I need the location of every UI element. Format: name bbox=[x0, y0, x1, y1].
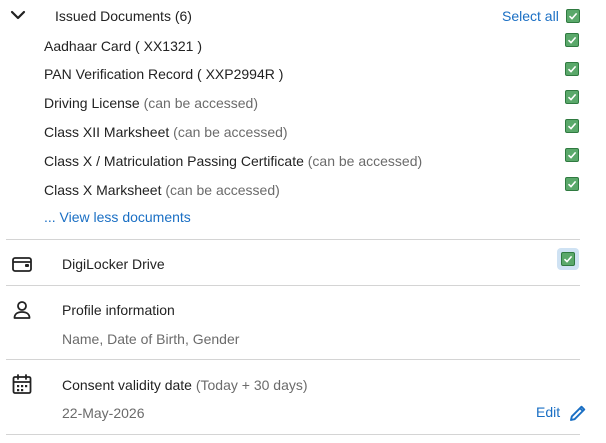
document-item: Class X Marksheet (can be accessed) bbox=[44, 182, 280, 198]
document-checkbox[interactable] bbox=[565, 33, 579, 47]
divider bbox=[6, 359, 580, 360]
consent-validity-title: Consent validity date (Today + 30 days) bbox=[62, 377, 308, 393]
select-all-link[interactable]: Select all bbox=[502, 8, 559, 24]
document-item: Aadhaar Card ( XX1321 ) bbox=[44, 38, 202, 54]
calendar-icon bbox=[12, 374, 32, 394]
consent-validity-hint: (Today + 30 days) bbox=[195, 377, 308, 393]
document-item: Driving License (can be accessed) bbox=[44, 95, 259, 111]
check-icon bbox=[567, 180, 577, 188]
check-icon bbox=[567, 65, 577, 73]
document-checkbox[interactable] bbox=[565, 148, 579, 162]
consent-validity-date: 22-May-2026 bbox=[62, 405, 145, 421]
digilocker-drive-checkbox[interactable] bbox=[561, 252, 575, 266]
profile-information-title: Profile information bbox=[62, 302, 175, 318]
digilocker-drive-title: DigiLocker Drive bbox=[62, 256, 165, 272]
divider bbox=[6, 239, 580, 240]
divider bbox=[6, 434, 580, 435]
view-less-documents-link[interactable]: ... View less documents bbox=[44, 209, 191, 225]
document-access-hint: (can be accessed) bbox=[173, 124, 288, 140]
document-checkbox[interactable] bbox=[565, 62, 579, 76]
check-icon bbox=[567, 93, 577, 101]
wallet-icon bbox=[12, 257, 32, 272]
document-item: Class XII Marksheet (can be accessed) bbox=[44, 124, 288, 140]
person-icon bbox=[13, 301, 31, 319]
document-checkbox[interactable] bbox=[565, 177, 579, 191]
document-access-hint: (can be accessed) bbox=[307, 153, 423, 169]
document-item: Class X / Matriculation Passing Certific… bbox=[44, 153, 423, 169]
check-icon bbox=[567, 36, 577, 44]
check-icon bbox=[567, 122, 577, 130]
check-icon bbox=[567, 151, 577, 159]
edit-consent-link[interactable]: Edit bbox=[536, 404, 560, 420]
select-all-checkbox[interactable] bbox=[566, 9, 580, 23]
issued-documents-title: Issued Documents (6) bbox=[55, 8, 192, 24]
check-icon bbox=[568, 12, 578, 20]
document-item: PAN Verification Record ( XXP2994R ) bbox=[44, 66, 284, 82]
pencil-icon[interactable] bbox=[568, 403, 588, 423]
digilocker-drive-checkbox-focus[interactable] bbox=[557, 248, 579, 270]
document-checkbox[interactable] bbox=[565, 90, 579, 104]
check-icon bbox=[563, 255, 573, 263]
document-access-hint: (can be accessed) bbox=[165, 182, 280, 198]
document-checkbox[interactable] bbox=[565, 119, 579, 133]
divider bbox=[6, 285, 580, 286]
profile-information-subtitle: Name, Date of Birth, Gender bbox=[62, 331, 240, 347]
chevron-down-icon[interactable] bbox=[9, 8, 27, 24]
document-access-hint: (can be accessed) bbox=[143, 95, 259, 111]
